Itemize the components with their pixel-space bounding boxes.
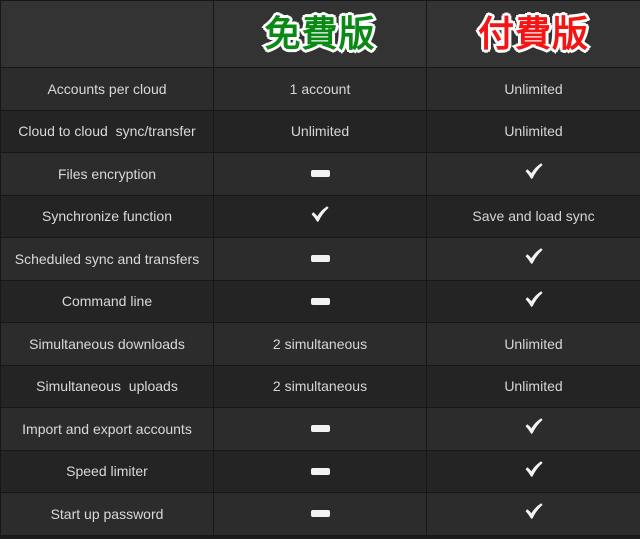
cell-feature: Cloud to cloud sync/transfer	[0, 109, 214, 153]
table-row: Start up password	[0, 492, 640, 536]
cell-feature: Command line	[0, 279, 214, 323]
paid-plan-title: 付費版	[476, 11, 590, 56]
paid-value: Save and load sync	[472, 208, 595, 225]
feature-label: Speed limiter	[66, 463, 148, 480]
cell-free	[213, 449, 427, 493]
cell-free	[213, 194, 427, 238]
feature-label: Cloud to cloud sync/transfer	[18, 123, 196, 140]
feature-label: Import and export accounts	[22, 420, 192, 437]
check-icon	[524, 417, 544, 435]
table-row: Simultaneous uploads 2 simultaneous Unlimi…	[0, 364, 640, 408]
cell-free	[213, 237, 427, 281]
feature-label: Files encryption	[57, 165, 157, 182]
check-icon	[524, 290, 544, 308]
paid-value: Unlimited	[504, 123, 563, 140]
cell-free: Unlimited	[213, 109, 427, 153]
cell-paid	[426, 237, 640, 281]
table-header: 免費版 付費版	[0, 0, 640, 68]
cell-feature: Import and export accounts	[0, 407, 214, 451]
feature-comparison-table: 免費版 付費版 Accounts per cloud 1 account Unlim…	[0, 0, 640, 536]
cell-feature: Simultaneous uploads	[0, 364, 214, 408]
cell-paid: Unlimited	[426, 109, 640, 153]
table-row: Command line	[0, 279, 640, 323]
dash-icon	[310, 425, 330, 433]
dash-icon	[310, 467, 330, 475]
table-row: Import and export accounts	[0, 407, 640, 451]
check-icon	[524, 162, 544, 180]
check-icon	[524, 247, 544, 265]
header-row: 免費版 付費版	[0, 0, 640, 68]
cell-paid	[426, 279, 640, 323]
cell-paid: Unlimited	[426, 364, 640, 408]
table-row: Files encryption	[0, 152, 640, 196]
cell-paid	[426, 492, 640, 536]
table-row: Speed limiter	[0, 449, 640, 493]
free-value: 2 simultaneous	[272, 335, 368, 352]
feature-label: Command line	[61, 293, 153, 310]
cell-free	[213, 152, 427, 196]
check-icon	[524, 502, 544, 520]
table-row: Cloud to cloud sync/transfer Unlimited Unl…	[0, 109, 640, 153]
cell-feature: Scheduled sync and transfers	[0, 237, 214, 281]
paid-value: Unlimited	[504, 335, 563, 352]
feature-label: Simultaneous downloads	[29, 335, 185, 352]
dash-icon	[310, 297, 330, 305]
cell-paid	[426, 407, 640, 451]
cell-free: 1 account	[213, 67, 427, 111]
check-icon	[310, 205, 330, 223]
feature-label: Simultaneous uploads	[36, 378, 178, 395]
cell-feature: Simultaneous downloads	[0, 322, 214, 366]
table-row: Accounts per cloud 1 account Unlimited	[0, 67, 640, 111]
paid-value: Unlimited	[504, 80, 563, 97]
table-body: Accounts per cloud 1 account Unlimited Clou…	[0, 67, 640, 536]
header-cell-free-plan: 免費版	[213, 0, 427, 68]
header-cell-paid-plan: 付費版	[426, 0, 640, 68]
table-row: Synchronize function Save and load sync	[0, 194, 640, 238]
cell-feature: Start up password	[0, 492, 214, 536]
table-row: Simultaneous downloads 2 simultaneous Unli…	[0, 322, 640, 366]
feature-label: Accounts per cloud	[47, 80, 167, 97]
cell-paid	[426, 152, 640, 196]
cell-free: 2 simultaneous	[213, 364, 427, 408]
cell-paid: Save and load sync	[426, 194, 640, 238]
feature-label: Start up password	[50, 505, 164, 522]
cell-free: 2 simultaneous	[213, 322, 427, 366]
feature-label: Synchronize function	[42, 208, 172, 225]
dash-icon	[310, 510, 330, 518]
feature-label: Scheduled sync and transfers	[14, 250, 200, 267]
header-cell-feature	[0, 0, 214, 68]
paid-value: Unlimited	[504, 378, 563, 395]
cell-paid: Unlimited	[426, 322, 640, 366]
cell-paid	[426, 449, 640, 493]
dash-icon	[310, 170, 330, 178]
cell-free	[213, 279, 427, 323]
free-value: 2 simultaneous	[272, 378, 368, 395]
free-value: 1 account	[289, 80, 351, 97]
cell-free	[213, 492, 427, 536]
cell-paid: Unlimited	[426, 67, 640, 111]
cell-free	[213, 407, 427, 451]
table-row: Scheduled sync and transfers	[0, 237, 640, 281]
cell-feature: Synchronize function	[0, 194, 214, 238]
free-value: Unlimited	[290, 123, 350, 140]
check-icon	[524, 460, 544, 478]
dash-icon	[310, 255, 330, 263]
free-plan-title: 免費版	[262, 11, 376, 56]
cell-feature: Speed limiter	[0, 449, 214, 493]
cell-feature: Accounts per cloud	[0, 67, 214, 111]
cell-feature: Files encryption	[0, 152, 214, 196]
